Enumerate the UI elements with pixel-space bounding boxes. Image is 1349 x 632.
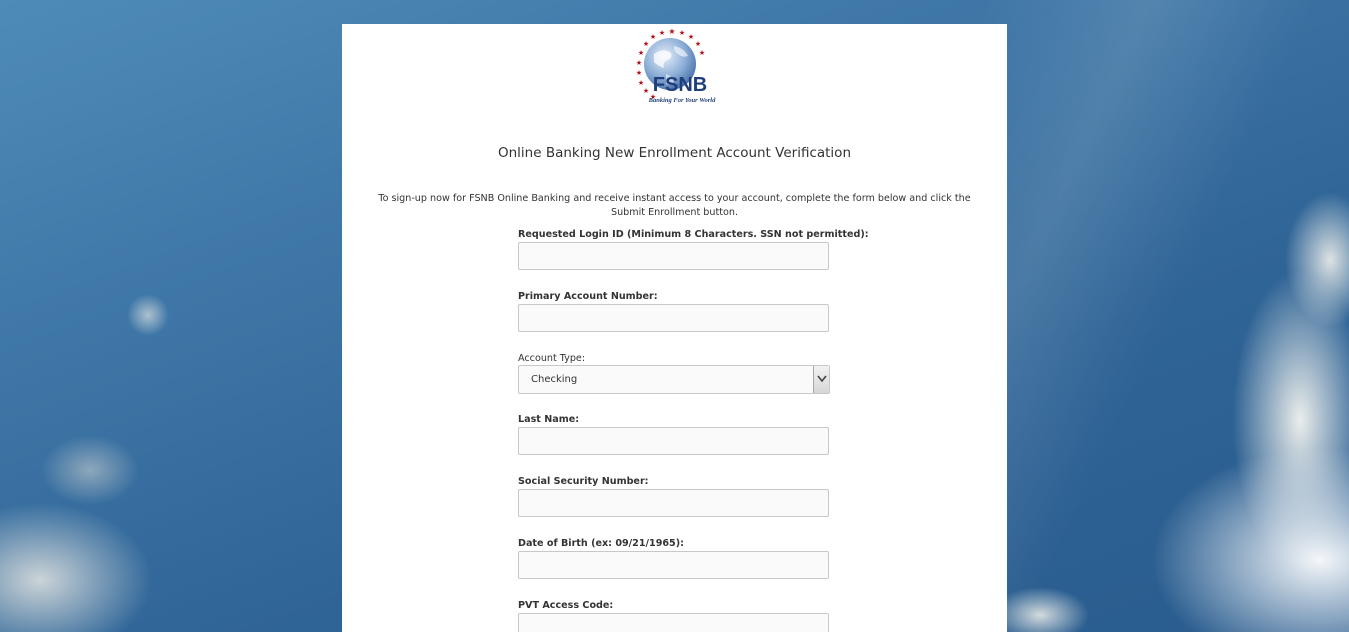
svg-text:★: ★ [638,79,644,87]
select-dropdown-button[interactable] [813,366,829,393]
pvt-access-code-input[interactable] [518,613,829,632]
dob-label: Date of Birth (ex: 09/21/1965): [518,538,684,549]
svg-text:★: ★ [643,40,649,48]
last-name-label: Last Name: [518,414,580,425]
svg-text:★: ★ [650,33,656,41]
account-number-label: Primary Account Number: [518,291,658,302]
account-number-input[interactable] [518,304,829,332]
svg-text:★: ★ [688,33,694,41]
login-id-label: Requested Login ID (Minimum 8 Characters… [518,229,869,240]
chevron-down-icon [817,375,827,383]
page-title: Online Banking New Enrollment Account Ve… [498,145,851,161]
svg-text:★: ★ [699,49,705,57]
logo-tagline: Banking For Your World [648,97,716,104]
logo-text: FSNB [653,74,707,96]
login-id-input[interactable] [518,242,829,270]
account-type-label: Account Type: [518,353,586,364]
pvt-access-code-label: PVT Access Code: [518,600,614,611]
ssn-input[interactable] [518,489,829,517]
account-type-select[interactable]: Checking [518,365,830,394]
svg-text:★: ★ [636,59,642,67]
svg-text:★: ★ [636,69,642,77]
intro-text: To sign-up now for FSNB Online Banking a… [378,193,971,218]
fsnb-logo: ★ ★ ★ ★ ★ ★ ★ ★ ★ ★ ★ ★ ★ ★ FSNB Banking… [624,26,728,106]
svg-text:★: ★ [643,87,649,95]
last-name-input[interactable] [518,427,829,455]
ssn-label: Social Security Number: [518,476,649,487]
dob-input[interactable] [518,551,829,579]
account-type-selected-value: Checking [531,374,578,385]
svg-text:★: ★ [638,49,644,57]
svg-text:★: ★ [659,29,665,37]
svg-text:★: ★ [679,29,685,37]
svg-text:★: ★ [695,40,701,48]
enrollment-panel: ★ ★ ★ ★ ★ ★ ★ ★ ★ ★ ★ ★ ★ ★ FSNB Banking… [342,24,1007,632]
svg-text:★: ★ [668,27,675,36]
